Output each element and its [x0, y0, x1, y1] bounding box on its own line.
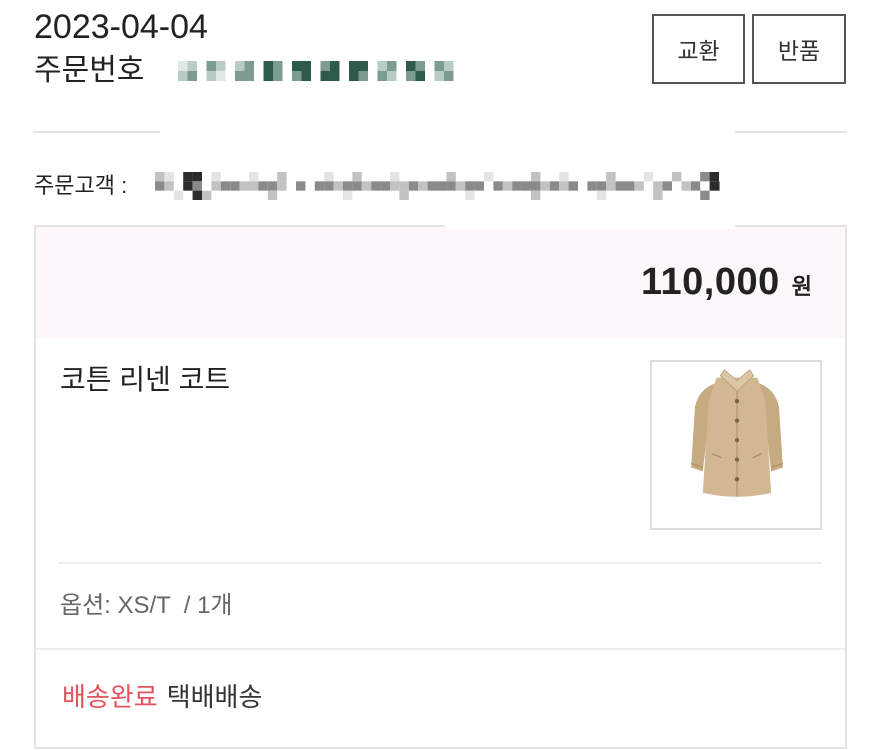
delivery-status-row: 배송완료 택배배송 — [62, 680, 262, 714]
delivery-status: 배송완료 — [62, 682, 158, 712]
redaction-mask — [445, 221, 735, 229]
option-divider — [36, 648, 845, 650]
order-price: 110,000 원 — [641, 261, 812, 304]
order-date: 2023-04-04 — [34, 8, 208, 46]
price-currency: 원 — [791, 274, 812, 299]
order-number-label: 주문번호 — [34, 54, 145, 87]
exchange-button[interactable]: 교환 — [652, 14, 745, 84]
customer-label: 주문고객 : — [34, 173, 128, 198]
redaction-mask — [160, 118, 735, 140]
return-button[interactable]: 반품 — [752, 14, 846, 84]
delivery-method: 택배배송 — [166, 682, 263, 712]
product-divider — [58, 562, 822, 564]
price-header: 110,000 원 — [36, 227, 845, 338]
price-value: 110,000 — [640, 261, 780, 303]
redacted-customer-email — [155, 172, 720, 200]
coat-image — [690, 369, 784, 497]
product-name[interactable]: 코튼 리넨 코트 — [60, 362, 230, 398]
redacted-order-number — [178, 61, 454, 81]
product-thumbnail[interactable] — [650, 360, 822, 530]
order-item-card: 110,000 원 코튼 리넨 코트 옵션: XS/T / 1개 배송완료 택배… — [34, 225, 847, 749]
product-option: 옵션: XS/T / 1개 — [60, 592, 233, 619]
